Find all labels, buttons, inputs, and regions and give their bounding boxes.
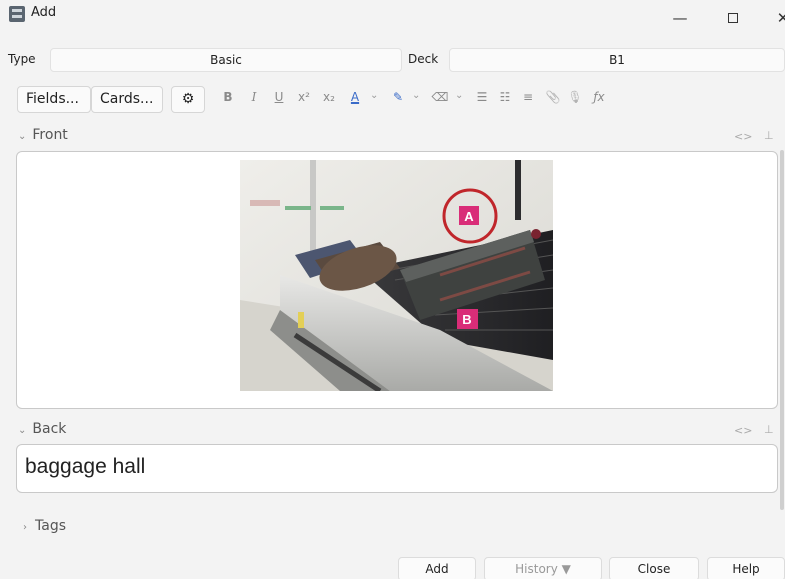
help-button[interactable]: Help xyxy=(707,557,785,579)
numbered-list-icon[interactable]: ☷ xyxy=(496,90,514,104)
align-icon[interactable]: ≡ xyxy=(519,90,537,104)
chevron-down-icon: ⌄ xyxy=(18,131,27,142)
cards-button[interactable]: Cards... xyxy=(91,86,163,113)
maximize-button[interactable] xyxy=(718,6,748,30)
chevron-right-icon: › xyxy=(23,522,27,533)
back-field-value: baggage hall xyxy=(25,455,146,478)
deck-chooser[interactable]: B1 xyxy=(449,48,785,72)
minimize-button[interactable]: — xyxy=(665,6,695,30)
note-type-chooser[interactable]: Basic xyxy=(50,48,402,72)
baggage-carousel-image: A B xyxy=(240,160,553,391)
editor-toolbar: Fields... Cards... ⚙ B I U x² x₂ A ⌄ ✎ ⌄… xyxy=(0,84,785,116)
html-toggle-icon[interactable]: <> xyxy=(734,424,752,437)
maximize-icon xyxy=(728,13,738,23)
eraser-dropdown-icon[interactable]: ⌄ xyxy=(455,90,463,101)
subscript-icon[interactable]: x₂ xyxy=(320,90,338,104)
chevron-down-icon: ⌄ xyxy=(18,425,27,436)
front-field-label: Front xyxy=(32,127,68,143)
deck-label: Deck xyxy=(408,52,439,66)
title-bar: Add — ✕ xyxy=(0,0,785,38)
pin-icon[interactable]: ⊥ xyxy=(764,129,774,142)
pin-icon[interactable]: ⊥ xyxy=(764,423,774,436)
html-toggle-icon[interactable]: <> xyxy=(734,130,752,143)
text-color-icon[interactable]: A xyxy=(346,90,364,104)
superscript-icon[interactable]: x² xyxy=(295,90,313,104)
tags-label: Tags xyxy=(35,518,66,534)
fields-button[interactable]: Fields... xyxy=(17,86,91,113)
attach-icon[interactable]: 📎 xyxy=(544,90,562,104)
back-field-label: Back xyxy=(32,421,67,437)
highlight-icon[interactable]: ✎ xyxy=(389,90,407,104)
image-label-b: B xyxy=(462,312,471,327)
formula-icon[interactable]: ƒx xyxy=(590,90,608,104)
baggage-photo-drawing: A B xyxy=(240,160,553,391)
front-field-header[interactable]: ⌄ Front xyxy=(18,127,68,143)
back-field-editor[interactable]: baggage hall xyxy=(16,444,778,493)
type-deck-row: Type Basic Deck B1 xyxy=(0,46,785,74)
highlight-dropdown-icon[interactable]: ⌄ xyxy=(412,90,420,101)
eraser-icon[interactable]: ⌫ xyxy=(431,90,449,104)
back-field-header[interactable]: ⌄ Back xyxy=(18,421,66,437)
bold-icon[interactable]: B xyxy=(219,90,237,104)
text-color-dropdown-icon[interactable]: ⌄ xyxy=(370,90,378,101)
tags-toggle[interactable]: › Tags xyxy=(23,518,66,534)
type-label: Type xyxy=(8,52,36,66)
close-button[interactable]: Close xyxy=(609,557,699,579)
close-window-button[interactable]: ✕ xyxy=(768,6,785,30)
history-button[interactable]: History ▼ xyxy=(484,557,602,579)
italic-icon[interactable]: I xyxy=(245,90,263,104)
app-icon xyxy=(9,6,25,22)
window-title: Add xyxy=(31,5,57,20)
gear-icon[interactable]: ⚙ xyxy=(171,86,205,113)
scrollbar[interactable] xyxy=(780,150,784,510)
underline-icon[interactable]: U xyxy=(270,90,288,104)
image-label-a: A xyxy=(464,209,474,224)
bullet-list-icon[interactable]: ☰ xyxy=(473,90,491,104)
add-button[interactable]: Add xyxy=(398,557,476,579)
microphone-icon[interactable]: 🎙 xyxy=(566,90,584,104)
